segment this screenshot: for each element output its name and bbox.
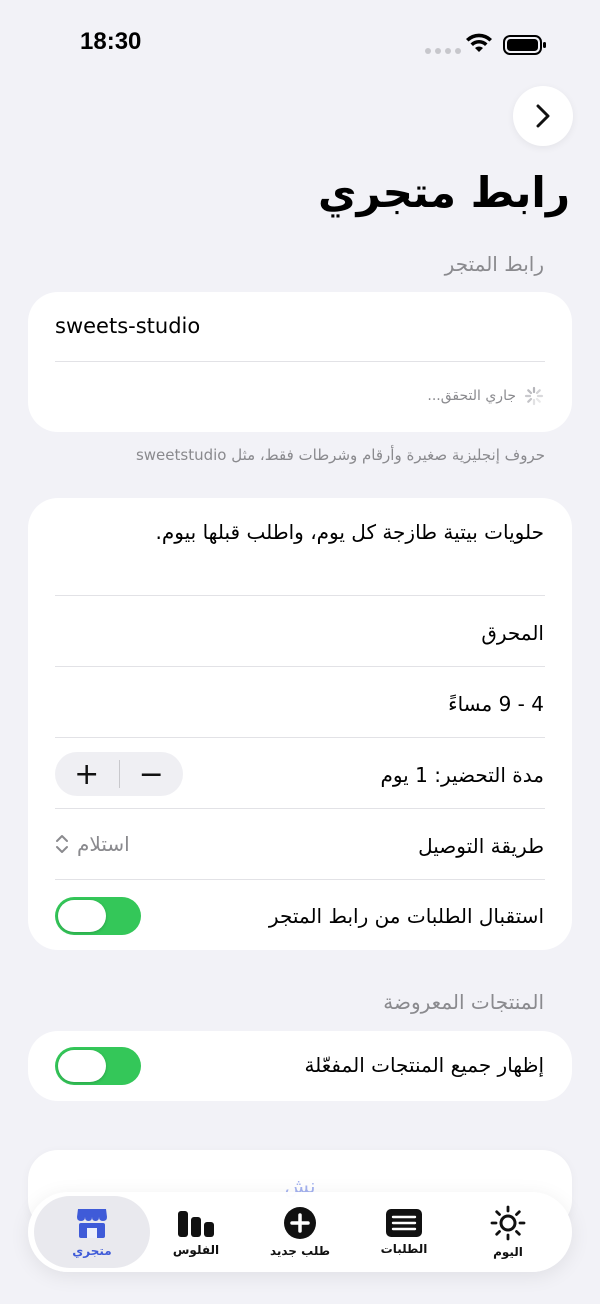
tab-bar: متجري الفلوس طلب جديد الطلبات اليوم: [28, 1192, 572, 1272]
increment-button[interactable]: +: [55, 752, 119, 796]
show-all-products-toggle[interactable]: [55, 1047, 141, 1085]
slug-check-status: جاري التحقق...: [427, 386, 544, 406]
status-time: 18:30: [80, 28, 142, 55]
description-field[interactable]: حلويات بيتية طازجة كل يوم، واطلب قبلها ب…: [156, 520, 544, 544]
products-card: إظهار جميع المنتجات المفعّلة: [28, 1031, 572, 1101]
wifi-icon: [464, 32, 494, 58]
sun-icon: [490, 1205, 526, 1241]
hours-field[interactable]: 4 - 9 مساءً: [448, 692, 544, 716]
slug-hint: حروف إنجليزية صغيرة وأرقام وشرطات فقط، م…: [135, 446, 545, 464]
accept-orders-label: استقبال الطلبات من رابط المتجر: [268, 904, 544, 928]
tab-my-store[interactable]: متجري: [34, 1196, 150, 1268]
decrement-button[interactable]: −: [120, 752, 184, 796]
tab-today[interactable]: اليوم: [454, 1192, 562, 1272]
accept-orders-toggle[interactable]: [55, 897, 141, 935]
divider: [55, 361, 545, 362]
prep-time-label: مدة التحضير: 1 يوم: [380, 763, 544, 787]
chart-bars-icon: [178, 1211, 214, 1237]
delivery-method-value: استلام: [77, 832, 130, 856]
show-all-products-label: إظهار جميع المنتجات المفعّلة: [304, 1053, 544, 1077]
divider: [55, 808, 545, 809]
battery-icon: [503, 35, 547, 59]
tab-label: اليوم: [493, 1245, 523, 1259]
store-details-card: حلويات بيتية طازجة كل يوم، واطلب قبلها ب…: [28, 498, 572, 950]
chevron-up-down-icon: [56, 835, 68, 853]
delivery-method-picker[interactable]: استلام: [55, 832, 130, 856]
area-field[interactable]: المحرق: [481, 621, 544, 645]
prep-time-stepper[interactable]: + −: [55, 752, 183, 796]
tab-label: الفلوس: [172, 1243, 220, 1257]
tab-orders[interactable]: الطلبات: [350, 1192, 458, 1272]
tab-money[interactable]: الفلوس: [142, 1192, 250, 1272]
store-link-card: sweets-studio جاري التحقق...: [28, 292, 572, 432]
toggle-knob: [58, 1050, 106, 1082]
delivery-method-label: طريقة التوصيل: [418, 834, 544, 858]
back-button[interactable]: [513, 86, 573, 146]
chevron-right-icon: [536, 104, 550, 128]
store-slug-input[interactable]: sweets-studio: [55, 314, 200, 338]
plus-circle-icon: [284, 1207, 316, 1239]
tab-new-order[interactable]: طلب جديد: [246, 1192, 354, 1272]
divider: [55, 737, 545, 738]
tab-label: طلب جديد: [269, 1244, 331, 1258]
storefront-icon: [77, 1209, 107, 1238]
tab-label: متجري: [72, 1244, 112, 1258]
checking-label: جاري التحقق...: [427, 388, 516, 404]
toggle-knob: [58, 900, 106, 932]
divider: [55, 595, 545, 596]
page-title: رابط متجري: [318, 168, 570, 217]
list-icon: [386, 1209, 422, 1237]
divider: [55, 879, 545, 880]
spinner-icon: [524, 386, 544, 406]
tab-label: الطلبات: [380, 1242, 428, 1256]
divider: [55, 666, 545, 667]
cellular-signal-icon: [425, 48, 461, 54]
store-link-section-label: رابط المتجر: [444, 252, 544, 276]
products-section-label: المنتجات المعروضة: [383, 990, 544, 1014]
